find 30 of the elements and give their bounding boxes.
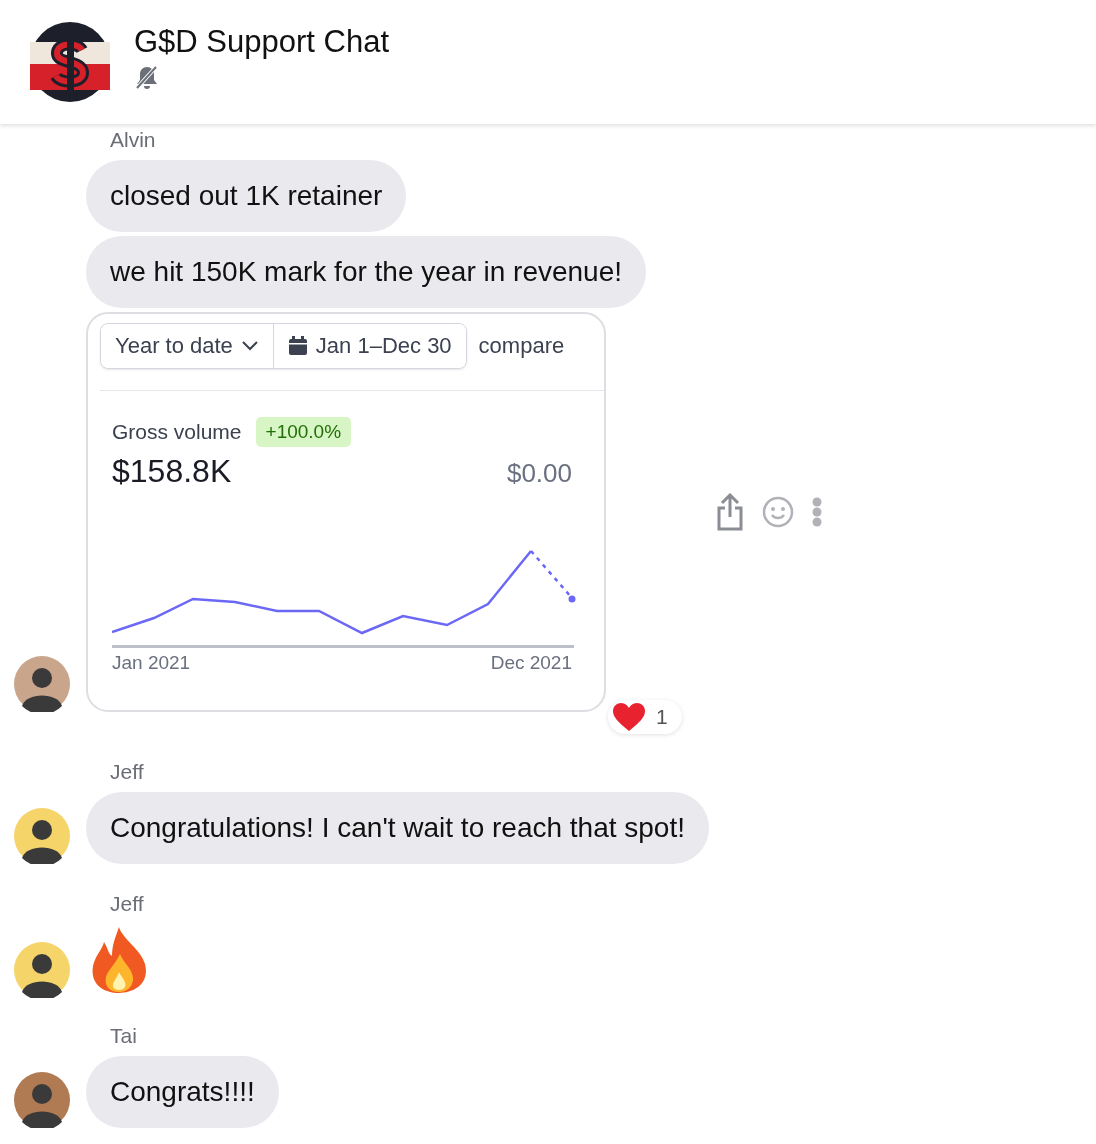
share-icon[interactable] [716, 493, 744, 531]
previous-value: $0.00 [506, 458, 572, 489]
avatar-icon [14, 942, 70, 998]
sender-name: Jeff [110, 760, 144, 784]
sender-name: Tai [110, 1024, 137, 1048]
compare-label: compare [478, 333, 565, 359]
chevron-down-icon [240, 340, 259, 352]
avatar-icon [14, 1072, 70, 1128]
change-badge: +100.0% [255, 417, 352, 447]
group-logo-icon [30, 22, 110, 102]
reaction-pill[interactable]: 1 [608, 700, 682, 734]
metric-label: Gross volume [112, 420, 242, 444]
message-bubble: we hit 150K mark for the year in revenue! [86, 236, 647, 308]
axis-label: Dec 2021 [490, 652, 572, 674]
date-range-button[interactable]: Jan 1–Dec 30 [272, 324, 466, 368]
fire-icon [90, 926, 148, 994]
emoji-reaction-icon[interactable] [762, 496, 794, 528]
avatar-icon [14, 808, 70, 864]
avatar-icon [14, 656, 70, 712]
more-options-icon[interactable] [812, 497, 822, 527]
sender-name: Jeff [110, 892, 144, 916]
metric-value: $158.8K [112, 453, 232, 490]
message-bubble: Congrats!!!! [86, 1056, 279, 1128]
heart-icon [612, 702, 646, 732]
message-bubble: Congratulations! I can't wait to reach that spot! [86, 792, 709, 864]
axis-label: Jan 2021 [112, 652, 191, 674]
sender-name: Alvin [110, 128, 156, 152]
message-bubble: closed out 1K retainer [86, 160, 407, 232]
chat-title: G$D Support Chat [134, 24, 390, 60]
calendar-icon [287, 336, 308, 356]
